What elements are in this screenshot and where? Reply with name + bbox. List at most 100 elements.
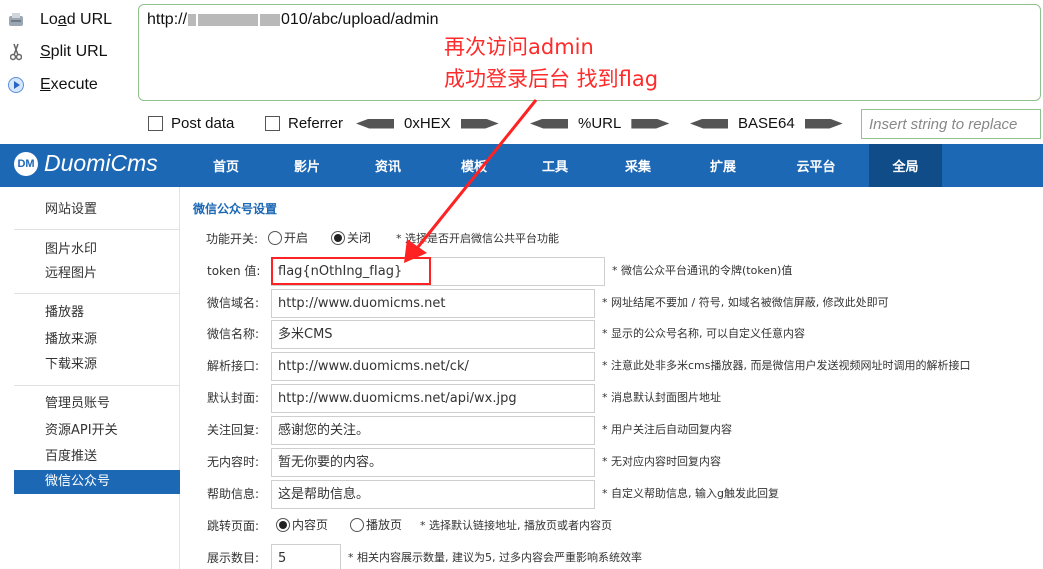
nav-item-news[interactable]: 资讯 [362,144,414,187]
field-label: token 值: [207,264,261,278]
nav-item-movies[interactable]: 影片 [281,144,333,187]
base64-encoder[interactable]: BASE64 [690,115,843,132]
nav-item-home[interactable]: 首页 [200,144,252,187]
help-info-input[interactable]: 这是帮助信息。 [271,480,595,509]
field-hint: * 用户关注后自动回复内容 [602,423,732,436]
sidebar-item-baidu-push[interactable]: 百度推送 [14,445,180,469]
sidebar-item-watermark[interactable]: 图片水印 [14,238,180,262]
sidebar-item-site-settings[interactable]: 网站设置 [14,198,180,222]
load-url-label: Load URL [40,11,113,28]
sidebar-item-player[interactable]: 播放器 [14,301,180,325]
sidebar-item-resource-api[interactable]: 资源API开关 [14,419,180,443]
field-hint: * 无对应内容时回复内容 [602,455,721,468]
parse-api-input[interactable]: http://www.duomicms.net/ck/ [271,352,595,381]
logo-mark-icon: DM [14,151,38,176]
sidebar-divider [14,293,180,294]
nav-item-global[interactable]: 全局 [869,144,942,187]
field-hint: * 自定义帮助信息, 输入g触发此回复 [602,487,779,500]
annotation-highlight-box [271,257,431,285]
count-input[interactable]: 5 [271,544,341,569]
switch-label: 功能开关: [206,232,259,246]
sidebar-divider [14,385,180,386]
encode-arrow-icon[interactable] [804,118,843,129]
field-hint: * 网址结尾不要加 / 符号, 如域名被微信屏蔽, 修改此处即可 [602,296,889,309]
jump-content-radio[interactable]: 内容页 [276,516,328,533]
redacted-block [188,13,197,26]
annotation-text-1: 再次访问admin [444,35,594,59]
field-hint: * 注意此处非多米cms播放器, 而是微信用户发送视频网址时调用的解析接口 [602,359,971,372]
encode-arrow-icon[interactable] [460,118,499,129]
execute-button[interactable]: Execute [6,71,131,99]
jump-hint: * 选择默认链接地址, 播放页或者内容页 [420,519,612,532]
checkbox-box [148,116,163,131]
sidebar-item-wechat[interactable]: 微信公众号 [14,470,180,494]
hackbar-options-row: Post data Referrer 0xHEX %URL BASE64 [0,105,1043,141]
redacted-block [260,13,281,26]
play-icon [6,75,26,95]
decode-arrow-icon[interactable] [690,118,728,129]
hackbar-toolbar: Load URL Split URL Execute http://010/ab… [0,0,1043,144]
split-url-label: Split URL [40,43,108,60]
brand-name: DuomiCms [44,150,158,176]
replace-string-input[interactable] [861,109,1041,139]
radio-circle [331,230,345,245]
sidebar-item-admin-accounts[interactable]: 管理员账号 [14,392,180,416]
sidebar-item-download-sources[interactable]: 下载来源 [14,353,180,377]
sidebar-divider [14,229,180,230]
switch-on-radio[interactable]: 开启 [268,229,308,246]
field-label: 无内容时: [207,455,260,469]
redacted-block [198,13,259,26]
sidebar-item-remote-images[interactable]: 远程图片 [14,262,180,286]
jump-play-radio[interactable]: 播放页 [350,516,402,533]
url-value: http://010/abc/upload/admin [147,11,439,28]
load-url-button[interactable]: Load URL [6,6,131,34]
no-content-input[interactable]: 暂无你要的内容。 [271,448,595,477]
cover-url-input[interactable]: http://www.duomicms.net/api/wx.jpg [271,384,595,413]
hex-encoder[interactable]: 0xHEX [356,115,499,132]
radio-circle [350,517,364,532]
field-label: 微信名称: [207,327,260,341]
sidebar: 网站设置 图片水印 远程图片 播放器 播放来源 下载来源 管理员账号 资源API… [0,187,180,569]
radio-circle [276,517,290,532]
count-hint: * 相关内容展示数量, 建议为5, 过多内容会严重影响系统效率 [348,551,642,564]
nav-item-templates[interactable]: 模板 [448,144,500,187]
top-navbar: DM DuomiCms 首页 影片 资讯 模板 工具 采集 扩展 云平台 全局 [0,144,1043,187]
nav-item-cloud[interactable]: 云平台 [783,144,849,187]
field-label: 解析接口: [207,359,260,373]
nav-item-tools[interactable]: 工具 [529,144,581,187]
follow-reply-input[interactable]: 感谢您的关注。 [271,416,595,445]
switch-hint: * 选择是否开启微信公共平台功能 [396,232,559,245]
sidebar-item-play-sources[interactable]: 播放来源 [14,328,180,352]
field-hint: * 微信公众平台通讯的令牌(token)值 [612,264,793,277]
split-url-button[interactable]: Split URL [6,38,131,66]
url-encoder[interactable]: %URL [530,115,670,132]
checkbox-box [265,116,280,131]
encode-arrow-icon[interactable] [631,118,670,129]
radio-circle [268,230,282,245]
nav-item-collect[interactable]: 采集 [612,144,664,187]
count-label: 展示数目: [207,551,260,565]
section-title: 微信公众号设置 [193,202,278,216]
field-label: 帮助信息: [207,487,260,501]
switch-off-radio[interactable]: 关闭 [331,229,371,246]
settings-panel: 微信公众号设置 功能开关: 开启 关闭 * 选择是否开启微信公共平台功能 tok… [180,187,1043,569]
load-url-icon [6,10,26,30]
account-name-input[interactable]: 多米CMS [271,320,595,349]
scissors-icon [6,42,26,62]
field-label: 默认封面: [207,391,260,405]
domain-input[interactable]: http://www.duomicms.net [271,289,595,318]
field-label: 关注回复: [207,423,260,437]
nav-item-extensions[interactable]: 扩展 [697,144,749,187]
decode-arrow-icon[interactable] [530,118,568,129]
url-textarea[interactable]: http://010/abc/upload/admin 再次访问admin 成功… [138,4,1041,101]
field-hint: * 显示的公众号名称, 可以自定义任意内容 [602,327,805,340]
decode-arrow-icon[interactable] [356,118,394,129]
annotation-text-2: 成功登录后台 找到flag [444,67,659,91]
post-data-checkbox[interactable]: Post data [148,115,234,132]
jump-label: 跳转页面: [207,519,260,533]
brand-logo: DM DuomiCms [14,150,158,177]
field-label: 微信域名: [207,296,260,310]
referrer-checkbox[interactable]: Referrer [265,115,343,132]
field-hint: * 消息默认封面图片地址 [602,391,721,404]
execute-label: Execute [40,76,98,93]
